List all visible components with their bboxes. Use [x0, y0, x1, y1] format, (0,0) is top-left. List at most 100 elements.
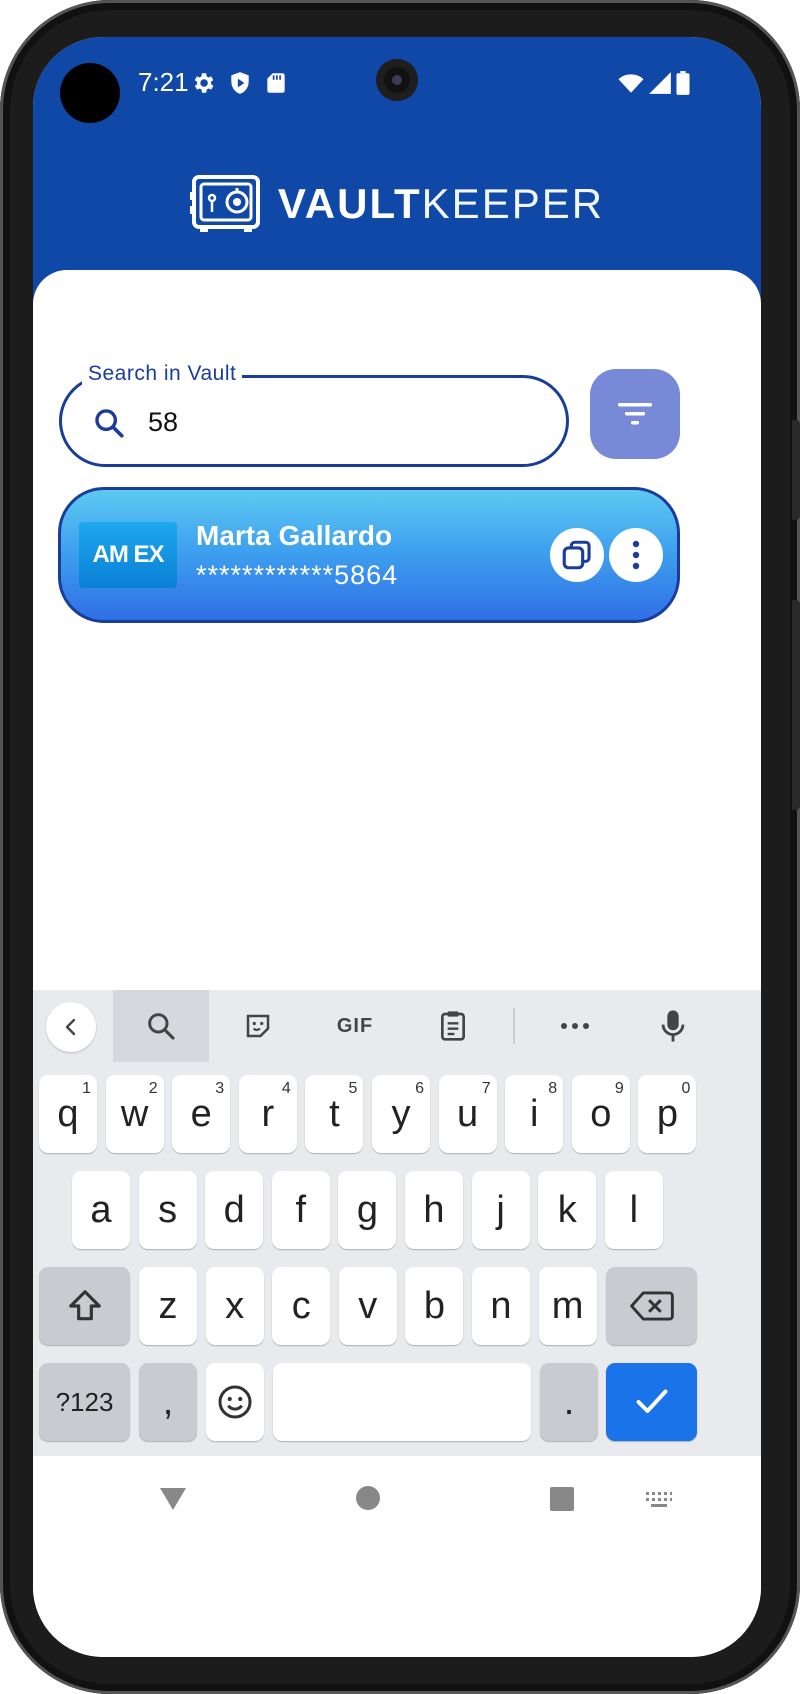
key-q[interactable]: q1: [39, 1075, 97, 1153]
key-e[interactable]: e3: [172, 1075, 231, 1153]
key-label: x: [225, 1284, 245, 1327]
key-label: s: [158, 1188, 178, 1231]
key-r[interactable]: r4: [238, 1075, 297, 1153]
key-label: w: [120, 1092, 149, 1135]
key-label: d: [223, 1188, 245, 1231]
key-u[interactable]: u7: [438, 1075, 497, 1153]
toolbar-mic-button[interactable]: [625, 990, 721, 1062]
search-field[interactable]: Search in Vault: [59, 362, 569, 467]
key-y[interactable]: y6: [372, 1075, 430, 1153]
key-p[interactable]: p0: [638, 1075, 697, 1153]
key-v[interactable]: v: [338, 1267, 397, 1345]
key-t[interactable]: t5: [305, 1075, 364, 1153]
enter-key[interactable]: [606, 1363, 697, 1441]
card-result-item[interactable]: AM EX Marta Gallardo ************5864: [58, 487, 680, 623]
key-label: l: [629, 1188, 639, 1231]
key-j[interactable]: j: [471, 1171, 530, 1249]
key-hint: 9: [614, 1080, 624, 1097]
key-h[interactable]: h: [405, 1171, 463, 1249]
battery-icon: [676, 71, 690, 95]
toolbar-back-button[interactable]: [46, 1002, 96, 1052]
symbols-key[interactable]: ?123: [39, 1363, 130, 1441]
toolbar-sticker-button[interactable]: [210, 990, 306, 1062]
key-hint: 1: [82, 1080, 91, 1097]
key-w[interactable]: w2: [105, 1075, 164, 1153]
filter-button[interactable]: [590, 369, 680, 459]
key-hint: 7: [481, 1080, 491, 1097]
key-label: ?123: [55, 1386, 114, 1417]
key-label: y: [391, 1092, 411, 1135]
shift-icon: [68, 1290, 101, 1321]
recents-square-icon[interactable]: [549, 1486, 575, 1512]
key-label: z: [158, 1284, 178, 1327]
key-hint: 4: [281, 1080, 291, 1097]
check-icon: [636, 1389, 667, 1413]
key-hint: 3: [215, 1080, 225, 1097]
backspace-icon: [629, 1291, 674, 1321]
key-label: .: [563, 1380, 575, 1423]
brand-name-light: KEEPER: [421, 180, 605, 227]
key-s[interactable]: s: [138, 1171, 197, 1249]
search-input[interactable]: [148, 396, 528, 448]
settings-icon: [194, 73, 214, 93]
key-label: u: [457, 1092, 479, 1135]
shield-play-icon: [231, 72, 249, 94]
key-g[interactable]: g: [338, 1171, 397, 1249]
card-holder-name: Marta Gallardo: [196, 520, 393, 551]
space-key[interactable]: [273, 1363, 531, 1441]
key-x[interactable]: x: [205, 1267, 264, 1345]
more-horiz-icon: [561, 1023, 589, 1029]
key-hint: 8: [548, 1080, 558, 1097]
vault-safe-icon: [189, 175, 260, 232]
home-circle-icon[interactable]: [355, 1485, 381, 1511]
more-options-button[interactable]: [609, 528, 663, 582]
key-b[interactable]: b: [405, 1267, 464, 1345]
key-label: r: [261, 1092, 275, 1135]
key-m[interactable]: m: [538, 1267, 597, 1345]
toolbar-clipboard-button[interactable]: [405, 990, 501, 1062]
sd-card-icon: [267, 73, 285, 93]
key-label: p: [656, 1092, 678, 1135]
key-label: a: [90, 1188, 112, 1231]
key-k[interactable]: k: [538, 1171, 597, 1249]
key-label: j: [496, 1188, 505, 1231]
key-o[interactable]: o9: [571, 1075, 630, 1153]
key-d[interactable]: d: [205, 1171, 264, 1249]
shift-key[interactable]: [39, 1267, 130, 1345]
key-label: t: [329, 1092, 340, 1135]
toolbar-search-button[interactable]: [113, 990, 209, 1062]
keyboard-switch-icon[interactable]: [645, 1491, 673, 1509]
keyboard-toolbar: GIF: [33, 990, 761, 1062]
back-triangle-icon[interactable]: [158, 1486, 188, 1512]
key-label: o: [590, 1092, 612, 1135]
front-camera: [376, 59, 418, 101]
key-i[interactable]: i8: [505, 1075, 564, 1153]
key-z[interactable]: z: [139, 1267, 197, 1345]
key-n[interactable]: n: [472, 1267, 530, 1345]
soft-keyboard: GIF q 1 w 2 e 3 r 4 t 5 y 6 u 7 i 8 o 9 …: [33, 990, 761, 1456]
status-time: 7:21: [138, 67, 189, 97]
search-label: Search in Vault: [82, 362, 243, 386]
key-a[interactable]: a: [72, 1171, 130, 1249]
key-l[interactable]: l: [604, 1171, 663, 1249]
key-label: f: [295, 1188, 307, 1231]
toolbar-gif-button[interactable]: GIF: [307, 990, 403, 1062]
key-label: k: [557, 1188, 577, 1231]
period-key[interactable]: .: [540, 1363, 598, 1441]
key-hint: 2: [148, 1080, 158, 1097]
back-chevron-icon: [65, 1018, 76, 1036]
emoji-key[interactable]: [206, 1363, 264, 1441]
key-label: m: [551, 1284, 584, 1327]
key-c[interactable]: c: [272, 1267, 331, 1345]
key-label: i: [529, 1092, 539, 1135]
backspace-key[interactable]: [606, 1267, 697, 1345]
copy-button[interactable]: [550, 528, 604, 582]
toolbar-divider: [513, 1008, 515, 1044]
comma-key[interactable]: ,: [139, 1363, 197, 1441]
search-icon: [95, 409, 124, 438]
key-label: b: [423, 1284, 445, 1327]
toolbar-more-button[interactable]: [527, 990, 623, 1062]
search-icon: [148, 1013, 175, 1040]
key-f[interactable]: f: [271, 1171, 330, 1249]
key-label: q: [57, 1092, 79, 1135]
